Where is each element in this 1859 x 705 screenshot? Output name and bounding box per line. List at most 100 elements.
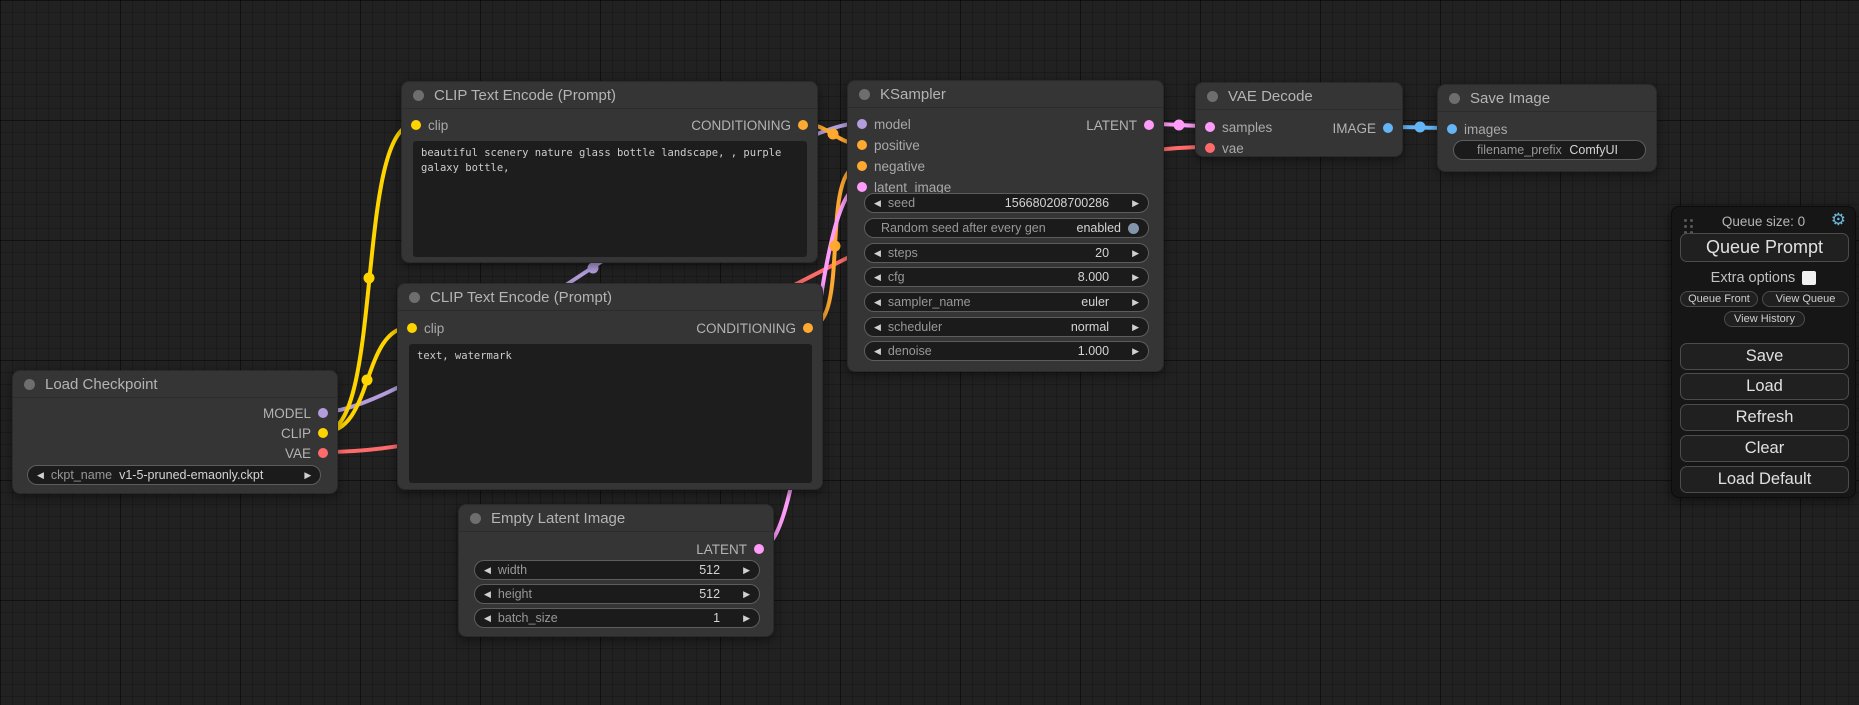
increment-arrow-icon[interactable]: ▶ (743, 614, 750, 623)
node-ksampler[interactable]: KSampler model positive negative latent_… (847, 80, 1164, 372)
node-clip-text-encode-negative[interactable]: CLIP Text Encode (Prompt) clip CONDITION… (397, 283, 823, 490)
increment-arrow-icon[interactable]: ▶ (743, 590, 750, 599)
view-history-button[interactable]: View History (1724, 311, 1805, 327)
cfg-widget[interactable]: ◀ cfg 8.000 ▶ (864, 267, 1149, 287)
latent-slot-dot[interactable] (754, 544, 764, 554)
load-default-button[interactable]: Load Default (1680, 466, 1849, 493)
load-button[interactable]: Load (1680, 373, 1849, 400)
output-slot-image[interactable]: IMAGE (1332, 118, 1393, 138)
input-slot-clip[interactable]: clip (411, 115, 448, 135)
node-clip-text-encode-positive[interactable]: CLIP Text Encode (Prompt) clip CONDITION… (401, 81, 818, 263)
collapse-dot-icon[interactable] (470, 513, 481, 524)
collapse-dot-icon[interactable] (859, 89, 870, 100)
output-slot-latent[interactable]: LATENT (696, 539, 764, 559)
collapse-dot-icon[interactable] (413, 90, 424, 101)
steps-widget[interactable]: ◀ steps 20 ▶ (864, 243, 1149, 263)
input-slot-clip[interactable]: clip (407, 318, 444, 338)
node-title-bar[interactable]: CLIP Text Encode (Prompt) (402, 82, 817, 109)
output-slot-latent[interactable]: LATENT (1086, 115, 1154, 135)
node-save-image[interactable]: Save Image images filename_prefix ComfyU… (1437, 84, 1657, 172)
collapse-dot-icon[interactable] (24, 379, 35, 390)
extra-options-checkbox[interactable] (1802, 271, 1816, 285)
sampler-name-widget[interactable]: ◀ sampler_name euler ▶ (864, 292, 1149, 312)
queue-front-button[interactable]: Queue Front (1680, 291, 1758, 307)
clip-slot-dot[interactable] (318, 428, 328, 438)
input-slot-model[interactable]: model (857, 114, 911, 134)
increment-arrow-icon[interactable]: ▶ (1132, 249, 1139, 258)
node-title-bar[interactable]: Load Checkpoint (13, 371, 337, 398)
seed-widget[interactable]: ◀ seed 156680208700286 ▶ (864, 193, 1149, 213)
ckpt-name-widget[interactable]: ◀ ckpt_name v1-5-pruned-emaonly.ckpt ▶ (27, 465, 321, 485)
width-widget[interactable]: ◀ width 512 ▶ (474, 560, 760, 580)
decrement-arrow-icon[interactable]: ◀ (874, 323, 881, 332)
node-title-bar[interactable]: VAE Decode (1196, 83, 1402, 110)
clip-slot-dot[interactable] (407, 323, 417, 333)
decrement-arrow-icon[interactable]: ◀ (874, 273, 881, 282)
increment-arrow-icon[interactable]: ▶ (1132, 199, 1139, 208)
decrement-arrow-icon[interactable]: ◀ (484, 590, 491, 599)
vae-slot-dot[interactable] (1205, 143, 1215, 153)
increment-arrow-icon[interactable]: ▶ (1132, 298, 1139, 307)
increment-arrow-icon[interactable]: ▶ (743, 566, 750, 575)
view-queue-button[interactable]: View Queue (1762, 291, 1849, 307)
increment-arrow-icon[interactable]: ▶ (1132, 273, 1139, 282)
clear-button[interactable]: Clear (1680, 435, 1849, 462)
collapse-dot-icon[interactable] (1207, 91, 1218, 102)
decrement-arrow-icon[interactable]: ◀ (874, 347, 881, 356)
clip-slot-dot[interactable] (411, 120, 421, 130)
save-button[interactable]: Save (1680, 343, 1849, 370)
output-slot-conditioning[interactable]: CONDITIONING (691, 115, 808, 135)
node-vae-decode[interactable]: VAE Decode samples vae IMAGE (1195, 82, 1403, 157)
vae-slot-dot[interactable] (318, 448, 328, 458)
decrement-arrow-icon[interactable]: ◀ (484, 614, 491, 623)
latent-slot-dot[interactable] (1144, 120, 1154, 130)
increment-arrow-icon[interactable]: ▶ (304, 471, 311, 480)
node-graph-canvas[interactable]: Load Checkpoint MODEL CLIP VAE ◀ ckpt_na… (0, 0, 1859, 705)
decrement-arrow-icon[interactable]: ◀ (874, 298, 881, 307)
node-title-bar[interactable]: Empty Latent Image (459, 505, 773, 532)
node-title-bar[interactable]: KSampler (848, 81, 1163, 108)
collapse-dot-icon[interactable] (1449, 93, 1460, 104)
conditioning-slot-dot[interactable] (798, 120, 808, 130)
output-slot-conditioning[interactable]: CONDITIONING (696, 318, 813, 338)
conditioning-slot-dot[interactable] (803, 323, 813, 333)
output-slot-vae[interactable]: VAE (285, 443, 328, 463)
increment-arrow-icon[interactable]: ▶ (1132, 323, 1139, 332)
conditioning-slot-dot[interactable] (857, 161, 867, 171)
batch-size-widget[interactable]: ◀ batch_size 1 ▶ (474, 608, 760, 628)
input-slot-vae[interactable]: vae (1205, 138, 1244, 158)
conditioning-slot-dot[interactable] (857, 140, 867, 150)
output-slot-clip[interactable]: CLIP (281, 423, 328, 443)
image-slot-dot[interactable] (1383, 123, 1393, 133)
filename-prefix-widget[interactable]: filename_prefix ComfyUI (1453, 140, 1646, 160)
image-slot-dot[interactable] (1447, 124, 1457, 134)
height-widget[interactable]: ◀ height 512 ▶ (474, 584, 760, 604)
scheduler-widget[interactable]: ◀ scheduler normal ▶ (864, 317, 1149, 337)
model-slot-dot[interactable] (318, 408, 328, 418)
latent-slot-dot[interactable] (857, 182, 867, 192)
increment-arrow-icon[interactable]: ▶ (1132, 347, 1139, 356)
queue-prompt-button[interactable]: Queue Prompt (1680, 233, 1849, 262)
collapse-dot-icon[interactable] (409, 292, 420, 303)
toggle-dot[interactable] (1128, 223, 1139, 234)
input-slot-samples[interactable]: samples (1205, 117, 1272, 137)
input-slot-images[interactable]: images (1447, 119, 1508, 139)
decrement-arrow-icon[interactable]: ◀ (484, 566, 491, 575)
node-empty-latent-image[interactable]: Empty Latent Image LATENT ◀ width 512 ▶ … (458, 504, 774, 637)
latent-slot-dot[interactable] (1205, 122, 1215, 132)
node-load-checkpoint[interactable]: Load Checkpoint MODEL CLIP VAE ◀ ckpt_na… (12, 370, 338, 494)
prompt-textarea[interactable]: beautiful scenery nature glass bottle la… (413, 141, 807, 257)
input-slot-positive[interactable]: positive (857, 135, 920, 155)
input-slot-negative[interactable]: negative (857, 156, 925, 176)
denoise-widget[interactable]: ◀ denoise 1.000 ▶ (864, 341, 1149, 361)
random-seed-toggle-widget[interactable]: Random seed after every gen enabled (864, 218, 1149, 238)
node-title-bar[interactable]: Save Image (1438, 85, 1656, 112)
node-title-bar[interactable]: CLIP Text Encode (Prompt) (398, 284, 822, 311)
decrement-arrow-icon[interactable]: ◀ (37, 471, 44, 480)
model-slot-dot[interactable] (857, 119, 867, 129)
refresh-button[interactable]: Refresh (1680, 404, 1849, 431)
decrement-arrow-icon[interactable]: ◀ (874, 199, 881, 208)
settings-gear-icon[interactable]: ⚙ (1831, 210, 1846, 230)
decrement-arrow-icon[interactable]: ◀ (874, 249, 881, 258)
prompt-textarea[interactable]: text, watermark (409, 344, 812, 483)
